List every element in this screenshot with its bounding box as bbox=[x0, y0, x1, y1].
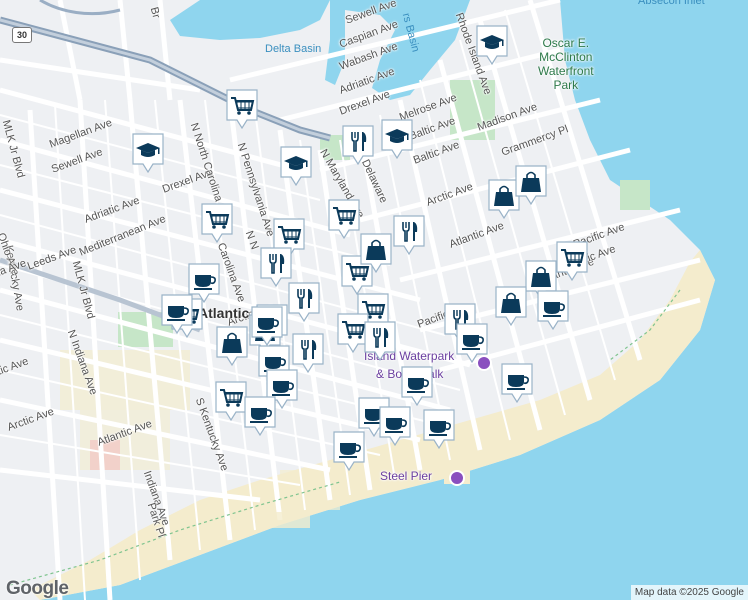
place-marker[interactable] bbox=[332, 430, 366, 472]
poi-label[interactable]: Steel Pier bbox=[380, 470, 432, 482]
place-marker[interactable] bbox=[514, 164, 548, 206]
place-marker[interactable] bbox=[341, 124, 375, 166]
water-label: Absecon Inlet bbox=[638, 0, 705, 7]
place-marker[interactable] bbox=[400, 365, 434, 407]
park-label-line: Oscar E. bbox=[542, 36, 590, 50]
map-attribution[interactable]: Map data ©2025 Google bbox=[630, 585, 748, 600]
place-marker[interactable] bbox=[327, 198, 361, 240]
place-marker[interactable] bbox=[131, 132, 165, 174]
park-label-line: Waterfront bbox=[538, 64, 594, 78]
place-marker[interactable] bbox=[500, 362, 534, 404]
place-marker[interactable] bbox=[160, 293, 194, 335]
park-label-line: McClinton bbox=[539, 50, 593, 64]
place-marker[interactable] bbox=[494, 285, 528, 327]
place-marker[interactable] bbox=[455, 322, 489, 364]
place-marker[interactable] bbox=[215, 325, 249, 367]
place-marker[interactable] bbox=[392, 214, 426, 256]
delta-basin bbox=[170, 0, 330, 40]
place-marker[interactable] bbox=[250, 305, 284, 347]
place-marker[interactable] bbox=[378, 405, 412, 447]
place-marker[interactable] bbox=[422, 408, 456, 450]
place-marker[interactable] bbox=[555, 240, 589, 282]
place-marker[interactable] bbox=[475, 24, 509, 66]
water-label: Delta Basin bbox=[265, 43, 322, 55]
place-marker[interactable] bbox=[243, 395, 277, 437]
place-marker[interactable] bbox=[279, 145, 313, 187]
poi-pin-icon[interactable] bbox=[449, 470, 465, 486]
place-marker[interactable] bbox=[536, 289, 570, 331]
place-marker[interactable] bbox=[380, 118, 414, 160]
place-marker[interactable] bbox=[225, 88, 259, 130]
place-marker[interactable] bbox=[363, 320, 397, 362]
park-label-line: Park bbox=[553, 78, 579, 92]
place-marker[interactable] bbox=[287, 281, 321, 323]
google-logo[interactable]: Google bbox=[6, 578, 69, 600]
place-marker[interactable] bbox=[200, 202, 234, 244]
park-label[interactable]: Oscar E. McClinton Waterfront Park bbox=[538, 36, 594, 92]
place-marker[interactable] bbox=[359, 232, 393, 274]
route-30-shield: 30 bbox=[12, 27, 32, 43]
map-view[interactable]: 30 Sewell Ave Caspian Ave Wabash Ave Adriat… bbox=[0, 0, 748, 600]
